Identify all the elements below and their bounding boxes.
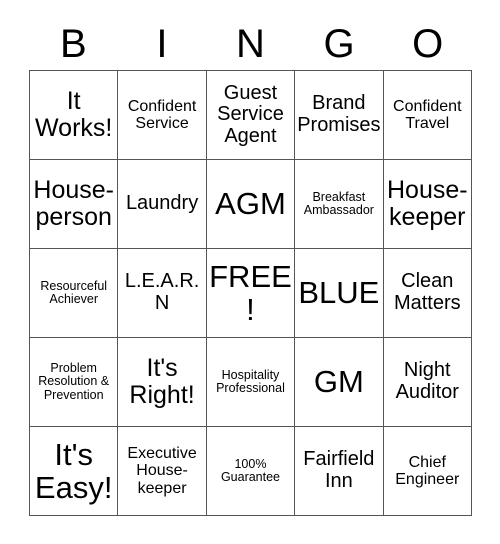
bingo-cell[interactable]: GM bbox=[294, 337, 384, 427]
bingo-cell-label: House-keeper bbox=[386, 176, 468, 231]
bingo-cell-label: AGM bbox=[215, 186, 286, 222]
bingo-row: Problem Resolution & Prevention It's Rig… bbox=[28, 337, 473, 427]
bingo-row: House-person Laundry AGM Breakfast Ambas… bbox=[28, 159, 473, 249]
bingo-header-letter-i: I bbox=[156, 22, 168, 66]
bingo-cell-label: It Works! bbox=[35, 87, 113, 142]
bingo-cell-label: House-person bbox=[33, 176, 114, 231]
bingo-cell-label: Confident Travel bbox=[393, 97, 462, 132]
bingo-cell[interactable]: L.E.A.R.N bbox=[117, 248, 207, 338]
bingo-header-letter-o: O bbox=[412, 22, 444, 66]
bingo-cell[interactable]: It's Right! bbox=[117, 337, 207, 427]
bingo-cell-label: Night Auditor bbox=[395, 359, 459, 403]
bingo-free-label: FREE! bbox=[209, 258, 292, 327]
bingo-cell[interactable]: House-keeper bbox=[382, 159, 473, 249]
bingo-cell-label: Chief Engineer bbox=[395, 453, 460, 488]
bingo-cell-label: Brand Promises bbox=[297, 92, 381, 136]
bingo-cell-label: Clean Matters bbox=[393, 270, 461, 314]
bingo-cell-label: Problem Resolution & Prevention bbox=[38, 360, 110, 402]
bingo-cell[interactable]: Guest Service Agent bbox=[205, 70, 296, 160]
bingo-card: B I N G O It Works! Confident Service Gu… bbox=[0, 0, 500, 544]
bingo-cell-label: L.E.A.R.N bbox=[124, 270, 200, 314]
bingo-cell-label: Resourceful Achiever bbox=[40, 278, 108, 306]
bingo-grid: It Works! Confident Service Guest Servic… bbox=[28, 70, 473, 516]
bingo-cell-label: GM bbox=[313, 364, 364, 400]
bingo-cell[interactable]: House-person bbox=[28, 159, 119, 249]
bingo-cell[interactable]: It Works! bbox=[28, 70, 119, 160]
bingo-cell[interactable]: Executive House-keeper bbox=[117, 426, 207, 516]
bingo-cell[interactable]: It's Easy! bbox=[28, 426, 119, 516]
bingo-cell[interactable]: Chief Engineer bbox=[382, 426, 473, 516]
bingo-cell-label: It's Right! bbox=[129, 354, 195, 409]
bingo-cell[interactable]: AGM bbox=[205, 159, 296, 249]
bingo-cell-label: Fairfield Inn bbox=[303, 448, 375, 492]
bingo-cell-free[interactable]: FREE! bbox=[205, 248, 296, 338]
bingo-cell[interactable]: Confident Travel bbox=[382, 70, 473, 160]
bingo-row: It Works! Confident Service Guest Servic… bbox=[28, 70, 473, 160]
bingo-cell-label: It's Easy! bbox=[34, 436, 113, 505]
bingo-cell[interactable]: Fairfield Inn bbox=[294, 426, 384, 516]
bingo-cell-label: BLUE bbox=[298, 275, 380, 311]
bingo-cell[interactable]: Brand Promises bbox=[294, 70, 384, 160]
bingo-cell[interactable]: Night Auditor bbox=[382, 337, 473, 427]
bingo-cell[interactable]: Resourceful Achiever bbox=[28, 248, 119, 338]
bingo-cell[interactable]: Breakfast Ambassador bbox=[294, 159, 384, 249]
bingo-cell[interactable]: 100% Guarantee bbox=[205, 426, 296, 516]
bingo-cell-label: Confident Service bbox=[127, 97, 197, 132]
bingo-cell[interactable]: Hospitality Professional bbox=[205, 337, 296, 427]
bingo-header-letter-n: N bbox=[236, 22, 265, 66]
bingo-cell-label: Guest Service Agent bbox=[217, 81, 284, 147]
bingo-row: It's Easy! Executive House-keeper 100% G… bbox=[28, 426, 473, 516]
bingo-header-letter-g: G bbox=[323, 22, 355, 66]
bingo-cell-label: Breakfast Ambassador bbox=[303, 189, 374, 217]
bingo-cell-label: Hospitality Professional bbox=[216, 367, 285, 395]
bingo-header: B I N G O bbox=[29, 18, 472, 70]
bingo-header-letter-b: B bbox=[59, 22, 87, 66]
bingo-cell-label: 100% Guarantee bbox=[220, 456, 281, 484]
bingo-cell-label: Laundry bbox=[125, 192, 199, 215]
bingo-cell-label: Executive House-keeper bbox=[127, 445, 197, 497]
bingo-row: Resourceful Achiever L.E.A.R.N FREE! BLU… bbox=[28, 248, 473, 338]
bingo-cell[interactable]: Problem Resolution & Prevention bbox=[28, 337, 119, 427]
bingo-cell[interactable]: Confident Service bbox=[117, 70, 207, 160]
bingo-cell[interactable]: BLUE bbox=[294, 248, 384, 338]
bingo-cell[interactable]: Clean Matters bbox=[382, 248, 473, 338]
bingo-cell[interactable]: Laundry bbox=[117, 159, 207, 249]
